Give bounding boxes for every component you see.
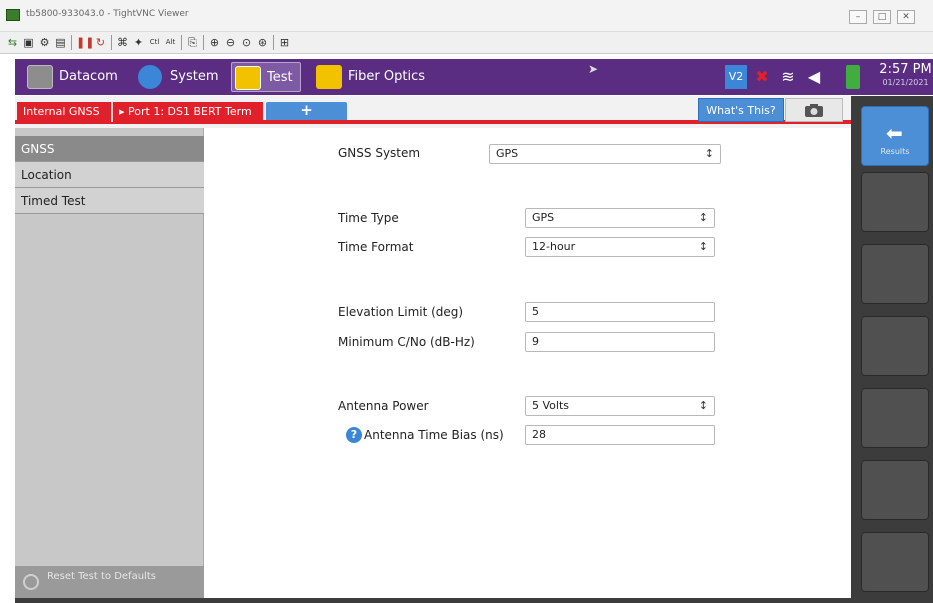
clock-time: 2:57 PM [879,62,932,77]
reset-label: Reset Test to Defaults [47,571,156,582]
gnss-system-label: GNSS System [338,146,421,160]
window-title-bar: tb5800-933043.0 - TightVNC Viewer – □ ✕ [0,0,933,32]
mouse-cursor-icon: ➤ [588,62,599,76]
close-button[interactable]: ✕ [897,10,915,24]
nav-tab-label: Datacom [59,69,118,84]
nav-tab-test[interactable]: Test [231,62,301,92]
nav-tab-system[interactable]: System [138,62,234,92]
bert-test-icon [235,66,261,90]
function-key-4[interactable] [861,388,929,448]
maximize-button[interactable]: □ [873,10,891,24]
gnss-system-select[interactable]: GPS [489,144,721,164]
settings-sidebar: GNSS Location Timed Test Reset Test to D… [15,128,214,598]
time-format-label: Time Format [338,240,414,254]
toolbar-separator [181,35,182,50]
nav-tab-label: Fiber Optics [348,69,425,84]
ctrl-alt-del-icon[interactable]: ⌘ [116,36,129,49]
function-key-column: ⬅ Results [851,96,933,603]
save-icon[interactable]: ▣ [22,36,35,49]
function-key-6[interactable] [861,532,929,592]
function-key-1[interactable] [861,172,929,232]
function-key-5[interactable] [861,460,929,520]
speaker-icon: ◀ [807,67,821,86]
network-disconnected-icon: ✖ [755,67,769,86]
whats-this-button[interactable]: What's This? [698,98,784,122]
toolbar-separator [203,35,204,50]
ctrl-key-icon[interactable]: Ctl [148,36,161,49]
sidebar-item-gnss[interactable]: GNSS [15,136,214,162]
fiber-optics-icon [316,65,342,89]
function-key-3[interactable] [861,316,929,376]
alt-key-icon[interactable]: Alt [164,36,177,49]
tab-internal-gnss[interactable]: Internal GNSS [17,102,111,122]
results-back-button[interactable]: ⬅ Results [861,106,929,166]
tab-port1-ds1-bert[interactable]: ▸ Port 1: DS1 BERT Term [111,102,263,122]
minimize-button[interactable]: – [849,10,867,24]
screenshot-button[interactable] [785,98,843,122]
help-icon[interactable]: ? [346,427,362,443]
time-format-select[interactable]: 12-hour [525,237,715,257]
antenna-power-select[interactable]: 5 Volts [525,396,715,416]
nav-tab-datacom[interactable]: Datacom [27,62,135,92]
fullscreen-icon[interactable]: ⊞ [278,36,291,49]
time-type-select[interactable]: GPS [525,208,715,228]
toolbar-separator [273,35,274,50]
nav-tab-fiber-optics[interactable]: Fiber Optics [316,62,436,92]
battery-icon [846,65,860,89]
elevation-limit-label: Elevation Limit (deg) [338,305,464,319]
zoom-out-icon[interactable]: ⊖ [224,36,237,49]
reset-icon [23,574,39,590]
options-icon[interactable]: ⚙ [38,36,51,49]
toolbar-separator [71,35,72,50]
antenna-power-label: Antenna Power [338,399,429,413]
info-icon[interactable]: ▤ [54,36,67,49]
datacom-icon [27,65,53,89]
tightvnc-app-icon [6,9,20,21]
system-gear-icon [138,65,162,89]
minimum-cno-label: Minimum C/No (dB-Hz) [338,335,475,349]
bottom-frame [15,598,851,603]
vnc-toolbar: ⇆ ▣ ⚙ ▤ ❚❚ ↻ ⌘ ✦ Ctl Alt ⎘ ⊕ ⊖ ⊙ ⊛ ⊞ [0,32,933,54]
clipboard-icon[interactable]: ⎘ [186,36,199,49]
new-connection-icon[interactable]: ⇆ [6,36,19,49]
sidebar-item-location[interactable]: Location [15,162,204,188]
zoom-fit-icon[interactable]: ⊛ [256,36,269,49]
clock: 2:57 PM 01/21/2021 [878,62,933,88]
results-label: Results [880,147,910,156]
add-test-button[interactable]: + [266,102,347,120]
sidebar-item-timed-test[interactable]: Timed Test [15,188,204,214]
toolbar-separator [111,35,112,50]
test-tab-row: Internal GNSS ▸ Port 1: DS1 BERT Term + … [15,96,851,128]
back-arrow-icon: ⬅ [886,121,903,145]
app-nav-bar: Datacom System Test Fiber Optics ➤ V2 ✖ … [15,59,933,95]
minimum-cno-input[interactable]: 9 [525,332,715,352]
camera-icon [805,104,823,117]
pause-icon[interactable]: ❚❚ [76,36,94,49]
antenna-time-bias-label: Antenna Time Bias (ns) [364,428,504,442]
reset-test-defaults-button[interactable]: Reset Test to Defaults [15,566,204,598]
clock-date: 01/21/2021 [882,78,929,87]
left-margin [0,54,15,603]
time-type-label: Time Type [338,211,399,225]
nav-tab-label: System [170,69,219,84]
nav-tab-label: Test [267,70,293,85]
wifi-icon: ≋ [781,67,795,86]
start-menu-icon[interactable]: ✦ [132,36,145,49]
v2-badge: V2 [725,65,747,89]
window-title: tb5800-933043.0 - TightVNC Viewer [26,9,189,19]
elevation-limit-input[interactable]: 5 [525,302,715,322]
gnss-settings-panel: GNSS System GPS Time Type GPS Time Forma… [205,128,851,598]
antenna-time-bias-input[interactable]: 28 [525,425,715,445]
zoom-100-icon[interactable]: ⊙ [240,36,253,49]
function-key-2[interactable] [861,244,929,304]
refresh-icon[interactable]: ↻ [94,36,107,49]
zoom-in-icon[interactable]: ⊕ [208,36,221,49]
